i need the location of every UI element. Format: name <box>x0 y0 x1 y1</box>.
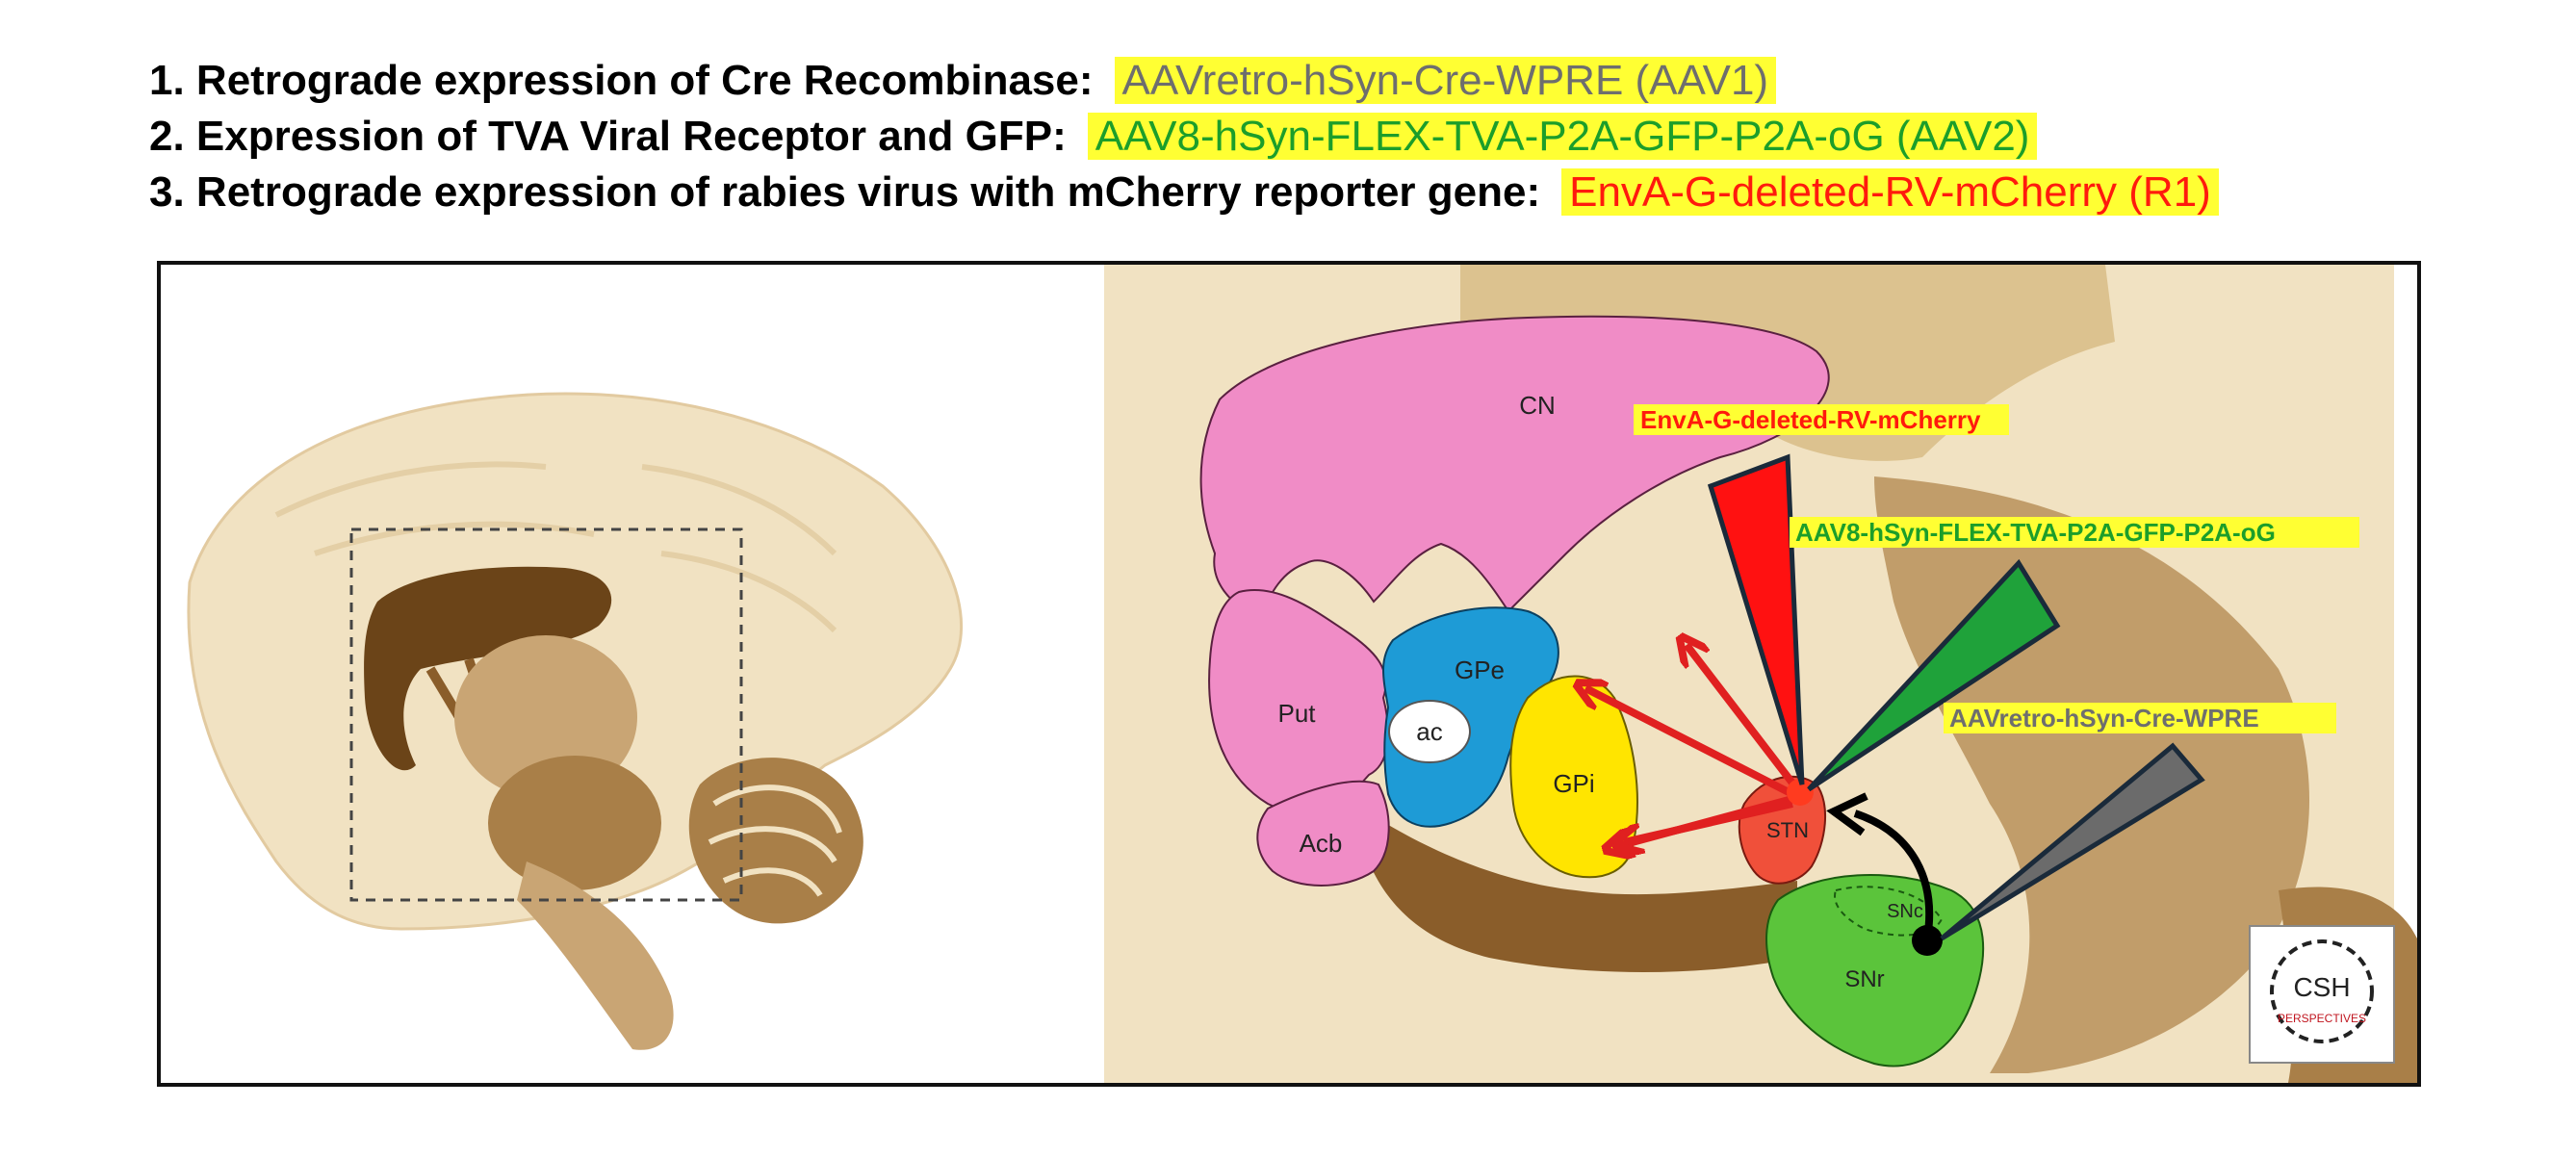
label-stn: STN <box>1766 818 1809 842</box>
brain-diagram: CN Put GPe ac GPi Acb STN SNc SNr EnvA-G… <box>187 265 2417 1083</box>
label-gpe: GPe <box>1455 656 1505 684</box>
step-2-line: 2. Expression of TVA Viral Receptor and … <box>149 112 2038 162</box>
label-aav8: AAV8-hSyn-FLEX-TVA-P2A-GFP-P2A-oG <box>1795 518 2276 547</box>
logo-subtext: PERSPECTIVES <box>2278 1012 2366 1025</box>
label-ac: ac <box>1416 717 1442 746</box>
label-aavretro: AAVretro-hSyn-Cre-WPRE <box>1949 704 2259 733</box>
logo-text: CSH <box>2293 972 2350 1002</box>
whole-brain-section <box>187 392 964 1050</box>
step-3-label: 3. Retrograde expression of rabies virus… <box>149 168 1541 216</box>
label-cn: CN <box>1519 391 1556 420</box>
step-1-vector: AAVretro-hSyn-Cre-WPRE (AAV1) <box>1114 57 1777 104</box>
label-gpi: GPi <box>1553 769 1594 798</box>
step-3-vector: EnvA-G-deleted-RV-mCherry (R1) <box>1561 168 2219 216</box>
label-rabies: EnvA-G-deleted-RV-mCherry <box>1640 405 1981 434</box>
step-2-vector: AAV8-hSyn-FLEX-TVA-P2A-GFP-P2A-oG (AAV2) <box>1087 113 2038 160</box>
snc-injection-dot <box>1912 925 1943 956</box>
step-3-line: 3. Retrograde expression of rabies virus… <box>149 167 2219 218</box>
label-put: Put <box>1277 699 1316 728</box>
label-snr: SNr <box>1844 966 1884 992</box>
step-1-label: 1. Retrograde expression of Cre Recombin… <box>149 57 1094 104</box>
midbrain-region <box>488 756 661 890</box>
csh-logo: CSH PERSPECTIVES <box>2249 925 2395 1064</box>
figure-frame: CN Put GPe ac GPi Acb STN SNc SNr EnvA-G… <box>157 261 2421 1087</box>
step-1-line: 1. Retrograde expression of Cre Recombin… <box>149 56 1777 106</box>
label-snc: SNc <box>1887 901 1923 922</box>
zoom-panel: CN Put GPe ac GPi Acb STN SNc SNr EnvA-G… <box>1104 265 2417 1083</box>
label-acb: Acb <box>1300 829 1343 858</box>
step-2-label: 2. Expression of TVA Viral Receptor and … <box>149 113 1067 160</box>
